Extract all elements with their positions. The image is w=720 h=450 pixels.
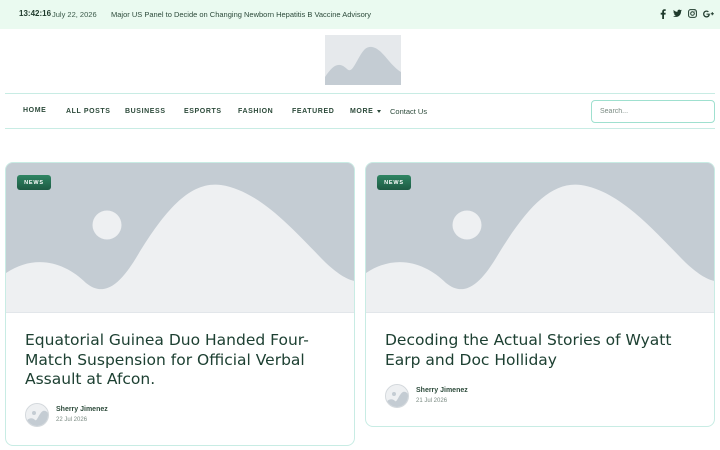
image-placeholder-icon (366, 163, 714, 312)
category-badge[interactable]: NEWS (17, 175, 51, 190)
twitter-icon[interactable] (673, 8, 682, 19)
category-badge[interactable]: NEWS (377, 175, 411, 190)
post-date: 22 Jul 2026 (56, 417, 88, 423)
avatar-placeholder-icon (386, 385, 408, 407)
post-date: 21 Jul 2026 (416, 398, 448, 404)
nav-item-more[interactable]: MORE (350, 108, 382, 115)
post-thumbnail[interactable]: NEWS (6, 163, 354, 313)
nav-item-contact-us[interactable]: Contact Us (390, 107, 427, 116)
main-navigation: HOME ALL POSTS BUSINESS ESPORTS FASHION … (5, 93, 715, 129)
nav-item-home[interactable]: HOME (23, 107, 46, 114)
search-input[interactable] (591, 100, 715, 123)
post-card[interactable]: NEWS Equatorial Guinea Duo Handed Four-M… (5, 162, 355, 446)
avatar-placeholder-icon (26, 404, 48, 426)
facebook-icon[interactable] (658, 8, 667, 19)
nav-more-label: MORE (350, 108, 374, 115)
post-thumbnail[interactable]: NEWS (366, 163, 714, 313)
post-title[interactable]: Equatorial Guinea Duo Handed Four-Match … (25, 331, 345, 390)
top-bar: 13:42:16 July 22, 2026 Major US Panel to… (0, 0, 720, 29)
site-logo-placeholder[interactable] (325, 35, 401, 85)
instagram-icon[interactable] (688, 8, 697, 19)
social-links (658, 8, 714, 19)
post-title[interactable]: Decoding the Actual Stories of Wyatt Ear… (385, 331, 705, 370)
author-avatar[interactable] (25, 403, 49, 427)
current-date: July 22, 2026 (52, 10, 97, 19)
author-name[interactable]: Sherry Jimenez (56, 406, 108, 413)
image-placeholder-icon (325, 35, 401, 85)
author-name[interactable]: Sherry Jimenez (416, 387, 468, 394)
nav-item-esports[interactable]: ESPORTS (184, 108, 222, 115)
nav-item-fashion[interactable]: FASHION (238, 108, 273, 115)
nav-item-business[interactable]: BUSINESS (125, 108, 166, 115)
breaking-news-ticker[interactable]: Major US Panel to Decide on Changing New… (111, 10, 371, 19)
image-placeholder-icon (6, 163, 354, 312)
google-plus-icon[interactable] (703, 8, 714, 19)
caret-down-icon (377, 109, 382, 113)
post-card[interactable]: NEWS Decoding the Actual Stories of Wyat… (365, 162, 715, 427)
current-time: 13:42:16 (19, 9, 52, 18)
nav-item-all-posts[interactable]: ALL POSTS (66, 108, 111, 115)
nav-item-featured[interactable]: FEATURED (292, 108, 334, 115)
author-avatar[interactable] (385, 384, 409, 408)
